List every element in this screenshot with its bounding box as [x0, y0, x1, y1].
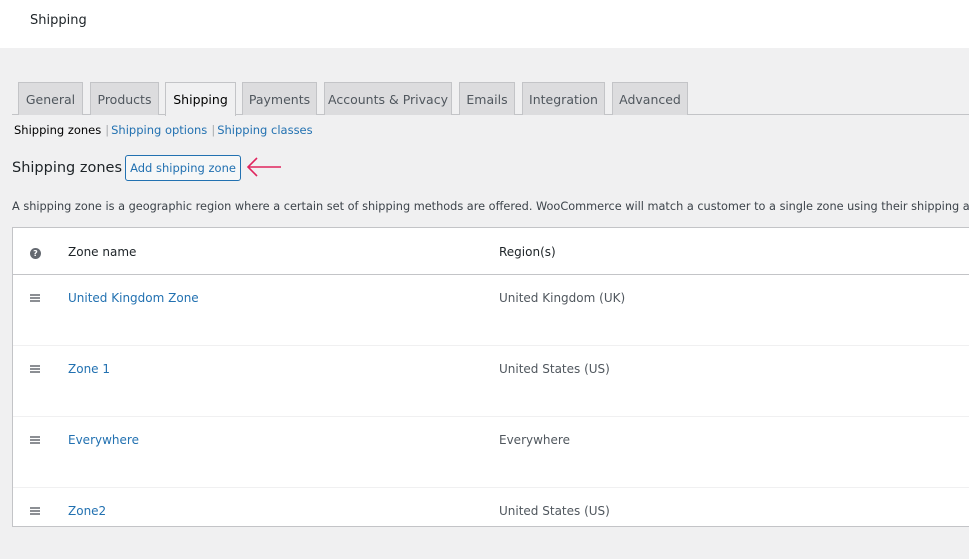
section-heading: Shipping zones	[12, 160, 123, 176]
top-header-bar: Shipping	[0, 0, 969, 48]
zone-name-link[interactable]: Zone 1	[68, 362, 110, 376]
table-row: Everywhere Everywhere	[13, 417, 969, 488]
zone-region: United States (US)	[499, 504, 610, 518]
column-header-regions: Region(s)	[499, 245, 556, 259]
tab-payments[interactable]: Payments	[242, 82, 317, 115]
settings-tabs: General Products Shipping Payments Accou…	[12, 82, 969, 116]
column-header-zone-name: Zone name	[68, 245, 137, 259]
drag-handle-icon[interactable]	[30, 507, 40, 515]
add-shipping-zone-button[interactable]: Add shipping zone	[125, 155, 241, 181]
zone-region: Everywhere	[499, 433, 570, 447]
zone-region: United Kingdom (UK)	[499, 291, 626, 305]
table-row: United Kingdom Zone United Kingdom (UK)	[13, 275, 969, 346]
drag-handle-icon[interactable]	[30, 436, 40, 444]
tab-accounts-privacy[interactable]: Accounts & Privacy	[324, 82, 452, 115]
tab-integration[interactable]: Integration	[522, 82, 605, 115]
subnav-separator: |	[211, 123, 216, 137]
tab-advanced[interactable]: Advanced	[612, 82, 688, 115]
subnav-separator: |	[105, 123, 110, 137]
zone-name-link[interactable]: Zone2	[68, 504, 106, 518]
annotation-arrow-icon	[246, 157, 281, 177]
drag-handle-icon[interactable]	[30, 365, 40, 373]
subnav-shipping-zones[interactable]: Shipping zones	[14, 123, 101, 137]
zone-name-link[interactable]: United Kingdom Zone	[68, 291, 199, 305]
shipping-subnav: Shipping zones | Shipping options | Shipping…	[14, 123, 313, 137]
tab-general[interactable]: General	[18, 82, 83, 115]
zone-region: United States (US)	[499, 362, 610, 376]
page-title: Shipping	[30, 13, 87, 28]
drag-handle-icon[interactable]	[30, 294, 40, 302]
subnav-shipping-classes[interactable]: Shipping classes	[217, 123, 312, 137]
tab-products[interactable]: Products	[90, 82, 159, 115]
shipping-zones-table: ? Zone name Region(s) United Kingdom Zon…	[12, 227, 969, 559]
table-header: ? Zone name Region(s)	[13, 228, 969, 275]
tab-emails[interactable]: Emails	[459, 82, 515, 115]
subnav-shipping-options[interactable]: Shipping options	[111, 123, 207, 137]
table-row: Zone2 United States (US)	[13, 488, 969, 559]
table-row: Zone 1 United States (US)	[13, 346, 969, 417]
tab-shipping[interactable]: Shipping	[165, 82, 236, 116]
help-icon[interactable]: ?	[30, 248, 41, 259]
zone-name-link[interactable]: Everywhere	[68, 433, 139, 447]
section-description: A shipping zone is a geographic region w…	[12, 200, 969, 213]
